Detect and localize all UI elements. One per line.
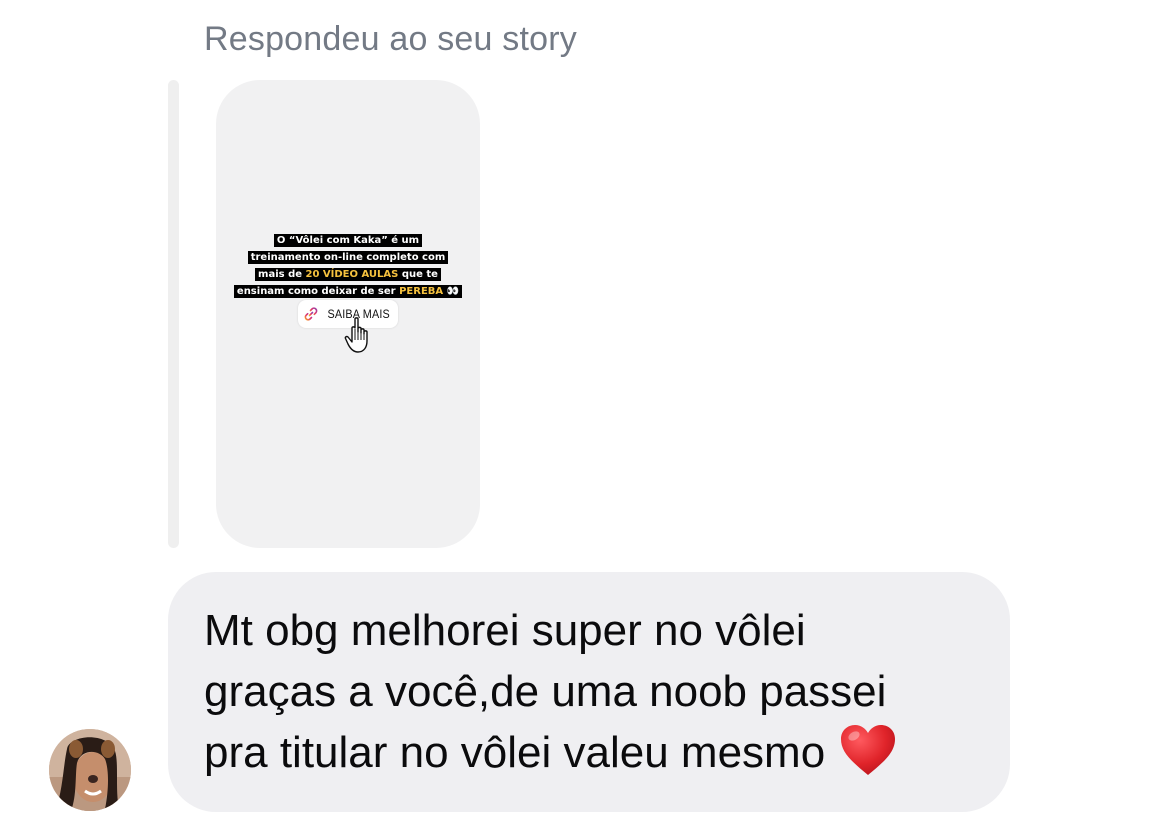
story-preview[interactable]: O “Vôlei com Kaka” é um treinamento on-l… [216, 80, 480, 548]
story-caption-line: ensinam como deixar de ser PEREBA 👀 [233, 285, 463, 298]
dm-thread: Respondeu ao seu story O “Vôlei com Kaka… [0, 0, 1170, 830]
reply-quote-bar [168, 80, 179, 548]
story-caption-line: O “Vôlei com Kaka” é um [273, 234, 423, 247]
story-caption-line: mais de 20 VÍDEO AULAS que te [255, 268, 441, 281]
message-line: pra titular no vôlei valeu mesmo [204, 722, 994, 783]
story-caption-line: treinamento on-line completo com [247, 251, 449, 264]
link-icon [304, 307, 318, 321]
sender-avatar[interactable] [49, 729, 131, 811]
story-reply-caption: Respondeu ao seu story [204, 20, 577, 58]
avatar-photo [49, 729, 131, 811]
heart-icon [841, 725, 896, 775]
message-line: graças a você,de uma noob passei [204, 667, 887, 716]
story-caption-text: O “Vôlei com Kaka” é um treinamento on-l… [216, 232, 480, 300]
message-text: Mt obg melhorei super no vôlei graças a … [204, 600, 994, 783]
message-line: Mt obg melhorei super no vôlei [204, 606, 806, 655]
pointing-hand-icon [344, 317, 368, 353]
